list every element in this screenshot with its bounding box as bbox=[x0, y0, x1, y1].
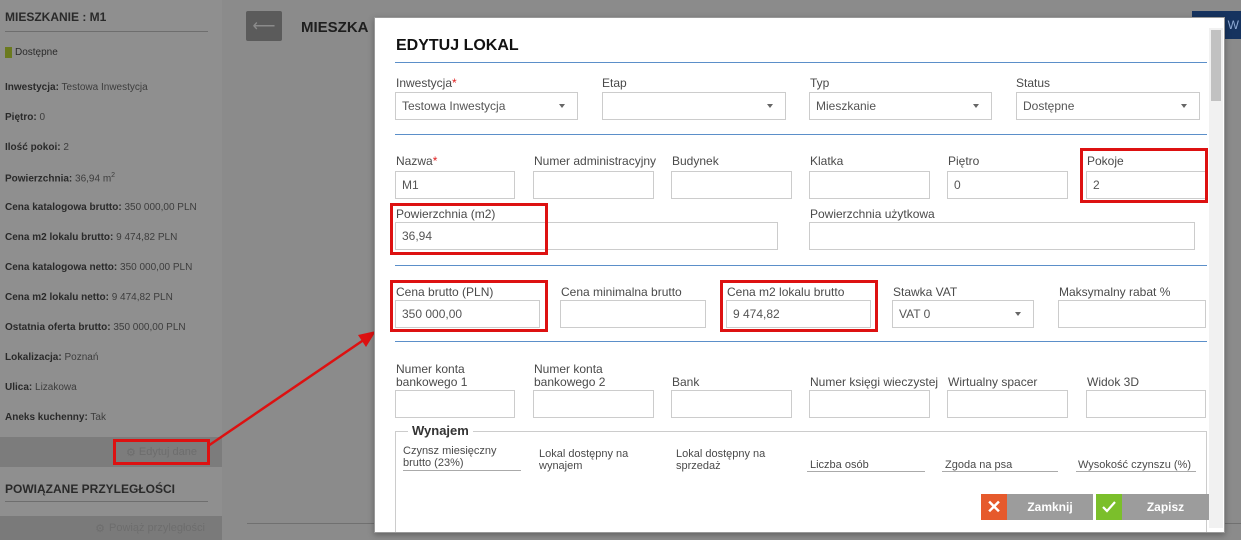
nazwa-input[interactable]: M1 bbox=[395, 171, 515, 199]
info-row-lokalizacja: Lokalizacja: Poznań bbox=[5, 352, 99, 363]
konto1-input[interactable] bbox=[395, 390, 515, 418]
wysokosc-czynszu-input[interactable] bbox=[1076, 471, 1196, 472]
max-rabat-label: Maksymalny rabat % bbox=[1059, 285, 1171, 299]
typ-label: Typ bbox=[810, 76, 830, 90]
wynajem-legend: Wynajem bbox=[408, 423, 473, 438]
konto2-label: Numer konta bankowego 2 bbox=[534, 362, 606, 389]
ksiega-label: Numer księgi wieczystej bbox=[810, 375, 939, 389]
stawka-vat-label: Stawka VAT bbox=[893, 285, 958, 299]
close-button[interactable]: ✕ Zamknij bbox=[981, 494, 1093, 520]
chevron-down-icon bbox=[767, 104, 773, 108]
check-icon bbox=[1096, 494, 1122, 520]
ksiega-input[interactable] bbox=[809, 390, 930, 418]
pietro-label: Piętro bbox=[948, 154, 980, 168]
divider bbox=[395, 62, 1207, 63]
dost-sprzedaz-label: Lokal dostępny na sprzedaż bbox=[676, 448, 766, 472]
modal-title: EDYTUJ LOKAL bbox=[396, 37, 519, 54]
numer-adm-input[interactable] bbox=[533, 171, 654, 199]
budynek-label: Budynek bbox=[672, 154, 719, 168]
info-row-ulica: Ulica: Lizakowa bbox=[5, 382, 77, 393]
edit-data-button[interactable]: ⚙ Edytuj dane bbox=[113, 439, 210, 465]
liczba-osob-input[interactable] bbox=[807, 471, 925, 472]
info-row-cena-katalogowa-netto: Cena katalogowa netto: 350 000,00 PLN bbox=[5, 262, 193, 273]
info-row-cena-katalogowa-brutto: Cena katalogowa brutto: 350 000,00 PLN bbox=[5, 202, 197, 213]
inwestycja-label: Inwestycja* bbox=[396, 76, 457, 90]
status-select[interactable]: Dostępne bbox=[1016, 92, 1200, 120]
etap-select[interactable] bbox=[602, 92, 786, 120]
czynsz-input[interactable] bbox=[403, 470, 521, 471]
info-row-inwestycja: Inwestycja: Testowa Inwestycja bbox=[5, 82, 148, 93]
spacer-label: Wirtualny spacer bbox=[948, 375, 1038, 389]
sidebar-title: MIESZKANIE : M1 bbox=[5, 10, 107, 24]
divider bbox=[395, 265, 1207, 266]
info-row-cena-m2-netto: Cena m2 lokalu netto: 9 474,82 PLN bbox=[5, 292, 173, 303]
powierzchnia-highlight bbox=[390, 203, 548, 255]
close-icon: ✕ bbox=[981, 494, 1007, 520]
chevron-down-icon bbox=[973, 104, 979, 108]
nazwa-label: Nazwa* bbox=[396, 154, 438, 168]
pietro-input[interactable]: 0 bbox=[947, 171, 1068, 199]
status-badge: Dostępne bbox=[5, 47, 58, 58]
konto2-input[interactable] bbox=[533, 390, 654, 418]
info-row-ilosc-pokoi: Ilość pokoi: 2 bbox=[5, 142, 69, 153]
back-button[interactable]: ⟵ bbox=[246, 11, 282, 41]
inwestycja-select[interactable]: Testowa Inwestycja bbox=[395, 92, 578, 120]
scrollbar-thumb[interactable] bbox=[1211, 30, 1221, 101]
sidebar: MIESZKANIE : M1 Dostępne Inwestycja: Tes… bbox=[0, 0, 222, 540]
etap-label: Etap bbox=[602, 76, 627, 90]
bank-input[interactable] bbox=[671, 390, 792, 418]
divider bbox=[5, 501, 208, 502]
modal-scrollbar[interactable] bbox=[1209, 28, 1223, 528]
widok3d-input[interactable] bbox=[1086, 390, 1206, 418]
bank-label: Bank bbox=[672, 375, 700, 389]
cena-min-label: Cena minimalna brutto bbox=[561, 285, 682, 299]
divider bbox=[395, 341, 1207, 342]
save-button[interactable]: Zapisz bbox=[1096, 494, 1209, 520]
status-color-icon bbox=[5, 47, 12, 58]
status-text: Dostępne bbox=[15, 47, 58, 58]
dost-wynajem-label: Lokal dostępny na wynajem bbox=[539, 448, 629, 472]
gear-icon: ⚙ bbox=[95, 522, 106, 535]
widok3d-label: Widok 3D bbox=[1087, 375, 1140, 389]
info-row-powierzchnia: Powierzchnia: 36,94 m2 bbox=[5, 172, 116, 185]
status-label: Status bbox=[1016, 76, 1051, 90]
konto1-label: Numer konta bankowego 1 bbox=[396, 362, 468, 389]
stawka-vat-select[interactable]: VAT 0 bbox=[892, 300, 1034, 328]
pow-uzytkowa-label: Powierzchnia użytkowa bbox=[810, 207, 935, 221]
page-title: MIESZKA bbox=[301, 19, 369, 36]
info-row-pietro: Piętro: 0 bbox=[5, 112, 46, 123]
annotation-arrow bbox=[207, 331, 376, 448]
gear-icon: ⚙ bbox=[126, 446, 136, 459]
pokoje-highlight bbox=[1080, 148, 1208, 203]
klatka-label: Klatka bbox=[810, 154, 844, 168]
info-row-cena-m2-brutto: Cena m2 lokalu brutto: 9 474,82 PLN bbox=[5, 232, 178, 243]
max-rabat-input[interactable] bbox=[1058, 300, 1206, 328]
chevron-down-icon bbox=[1015, 312, 1021, 316]
arrow-left-icon: ⟵ bbox=[252, 18, 276, 35]
spacer-input[interactable] bbox=[947, 390, 1068, 418]
related-section-title: POWIĄZANE PRZYLEGŁOŚCI bbox=[5, 482, 176, 496]
zgoda-psa-input[interactable] bbox=[942, 471, 1058, 472]
cena-brutto-highlight bbox=[390, 280, 548, 332]
cena-m2-highlight bbox=[720, 280, 878, 332]
cena-min-input[interactable] bbox=[560, 300, 706, 328]
klatka-input[interactable] bbox=[809, 171, 930, 199]
info-row-ostatnia-oferta: Ostatnia oferta brutto: 350 000,00 PLN bbox=[5, 322, 186, 333]
czynsz-label: Czynsz miesięczny brutto (23%) bbox=[403, 445, 497, 469]
link-related-button[interactable]: ⚙ Powiąż przyległości bbox=[0, 516, 222, 540]
numer-adm-label: Numer administracyjny bbox=[534, 154, 657, 168]
typ-select[interactable]: Mieszkanie bbox=[809, 92, 992, 120]
info-row-aneks: Aneks kuchenny: Tak bbox=[5, 412, 106, 423]
edit-unit-modal: EDYTUJ LOKAL Inwestycja* Testowa Inwesty… bbox=[374, 17, 1225, 533]
divider bbox=[5, 31, 208, 32]
budynek-input[interactable] bbox=[671, 171, 792, 199]
chevron-down-icon bbox=[559, 104, 565, 108]
divider bbox=[395, 134, 1207, 135]
chevron-down-icon bbox=[1181, 104, 1187, 108]
pow-uzytkowa-input[interactable] bbox=[809, 222, 1195, 250]
